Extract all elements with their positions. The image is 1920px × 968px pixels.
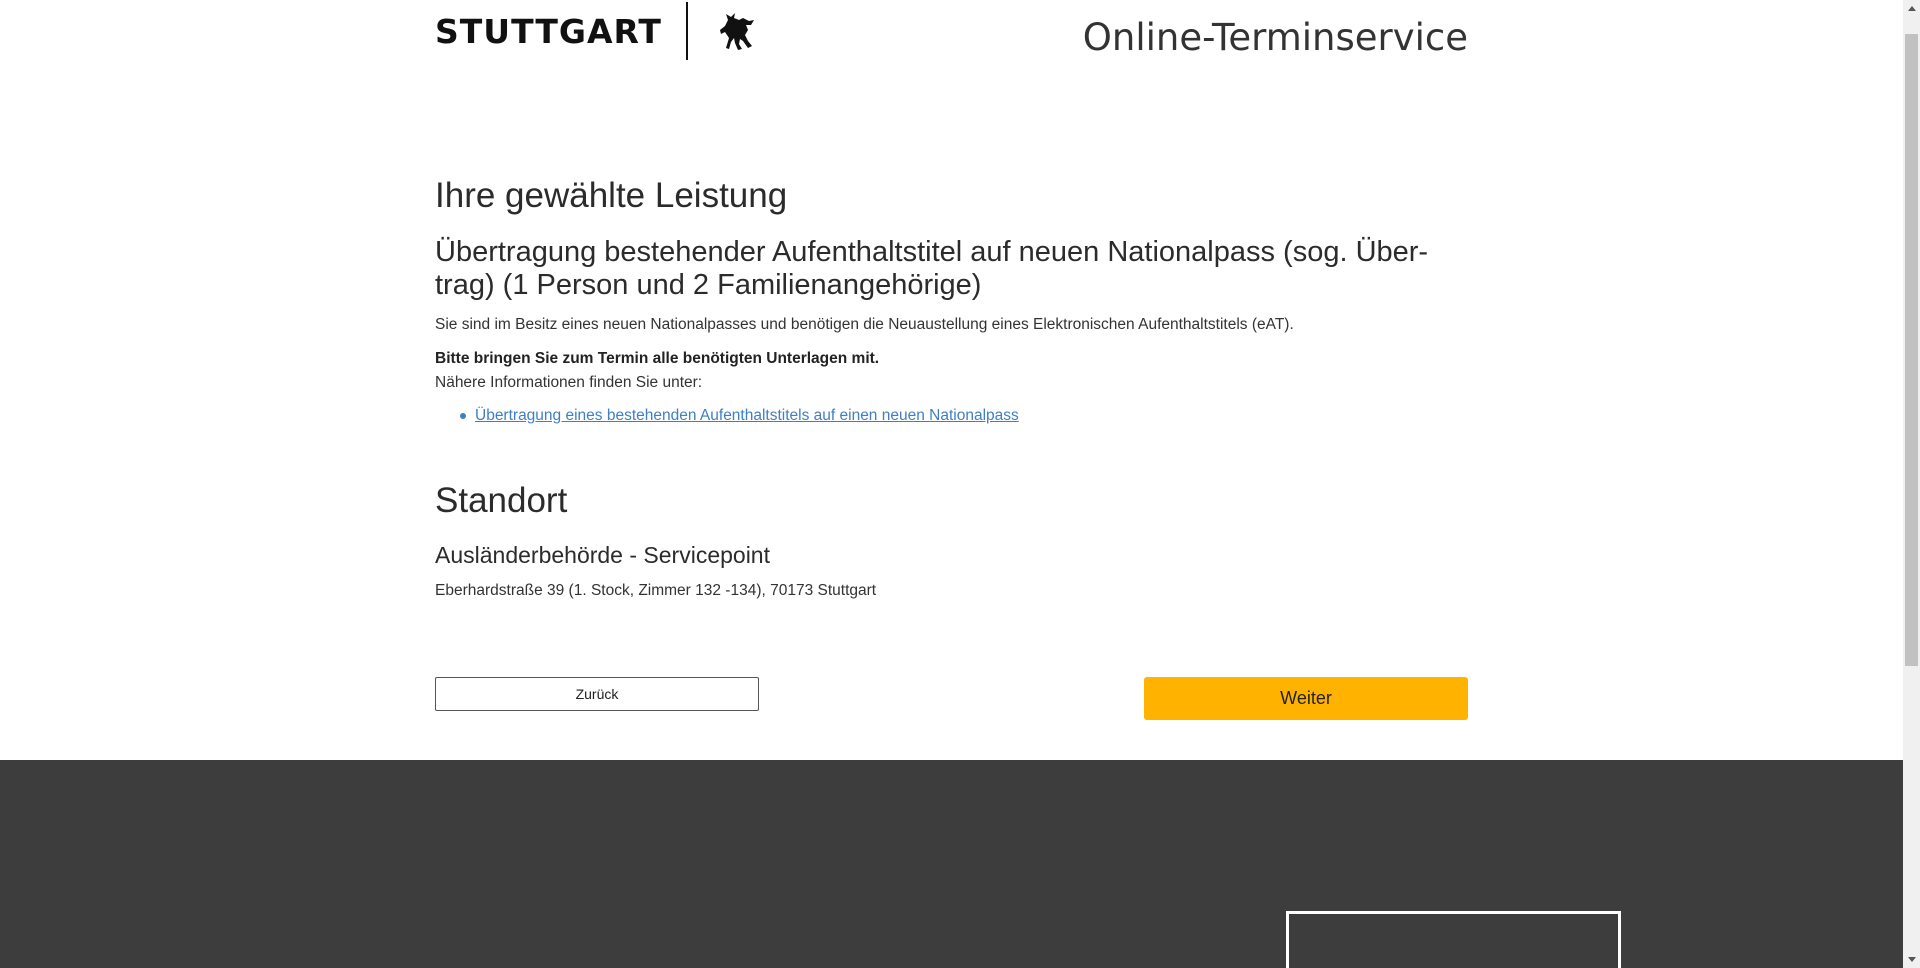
next-button[interactable]: Weiter [1144,677,1468,720]
stuttgart-logo[interactable]: STUTTGART [435,2,758,60]
location-name: Ausländerbehörde - Servicepoint [435,542,770,568]
footer [0,760,1903,968]
service-heading: Ihre gewählte Leistung [435,176,788,215]
info-links: Übertragung eines bestehenden Aufenthalt… [460,407,1019,425]
site-title: Online-Terminservice [1082,16,1468,59]
logo-text: STUTTGART [435,11,662,51]
scroll-thumb[interactable] [1905,34,1918,666]
documents-notice: Bitte bringen Sie zum Termin alle benöti… [435,350,880,367]
stuttgart-horse-icon [719,13,754,50]
header: STUTTGART Online-Terminservice [435,0,1468,70]
list-item: Übertragung eines bestehenden Aufenthalt… [460,407,1019,425]
logo-divider [685,2,688,60]
arrow-up-icon [1907,6,1916,11]
info-text: Nähere Informationen finden Sie unter: [435,374,703,391]
service-title: Übertragung bestehender Aufenthaltstitel… [435,236,1429,301]
back-button[interactable]: Zurück [435,677,759,711]
arrow-down-icon [1907,957,1916,962]
page: STUTTGART Online-Terminservice Ihre gewä… [0,0,1903,968]
scroll-up-button[interactable] [1903,0,1920,17]
scroll-down-button[interactable] [1903,951,1920,968]
location-address: Eberhardstraße 39 (1. Stock, Zimmer 132 … [435,582,877,599]
location-heading: Standort [435,481,568,520]
info-link[interactable]: Übertragung eines bestehenden Aufenthalt… [475,407,1019,424]
scrollbar[interactable] [1903,0,1920,968]
bullet-icon [460,413,466,419]
footer-box[interactable] [1286,911,1621,968]
service-description: Sie sind im Besitz eines neuen Nationalp… [435,316,1294,333]
